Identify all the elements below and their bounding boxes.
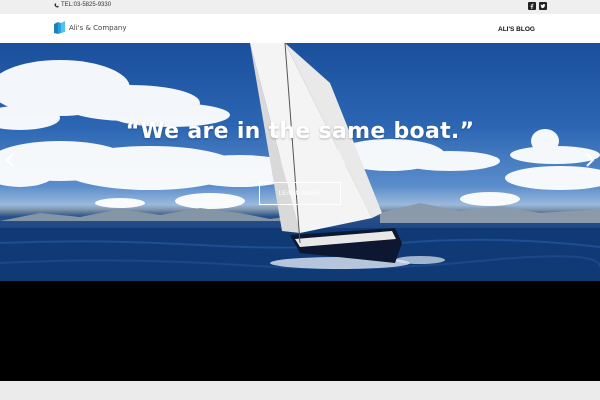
learn-more-button[interactable]: LEARN MORE xyxy=(259,182,341,205)
page-bottom xyxy=(0,381,600,400)
site-logo[interactable]: Ali's & Company xyxy=(54,21,126,35)
top-bar: TEL:03-5825-9330 xyxy=(0,0,600,14)
sailboat-image xyxy=(0,43,600,281)
logo-text: Ali's & Company xyxy=(69,24,127,32)
logo-icon xyxy=(54,21,65,34)
facebook-icon[interactable] xyxy=(528,2,536,10)
phone-icon xyxy=(54,3,59,7)
phone-contact: TEL:03-5825-9330 xyxy=(54,2,111,8)
content-band xyxy=(0,281,600,381)
twitter-icon[interactable] xyxy=(539,2,547,10)
chevron-right-icon[interactable] xyxy=(584,153,596,167)
hero-headline: “We are in the same boat.” xyxy=(125,119,475,144)
nav-link-blog[interactable]: ALI'S BLOG xyxy=(498,26,535,33)
phone-number: TEL:03-5825-9330 xyxy=(61,2,112,8)
social-links xyxy=(528,2,547,10)
chevron-left-icon[interactable] xyxy=(4,153,16,167)
site-header: Ali's & Company ALI'S BLOG xyxy=(0,14,600,43)
hero-slider: “We are in the same boat.” LEARN MORE xyxy=(0,43,600,281)
